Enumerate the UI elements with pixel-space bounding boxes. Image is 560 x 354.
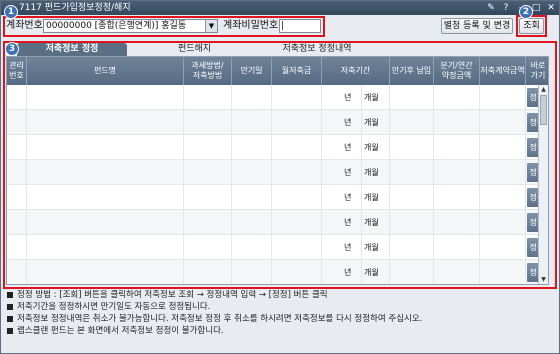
register-change-button[interactable]: 별청 등록 및 변경: [441, 18, 513, 34]
col-monthly-amount: 월저축금: [272, 57, 322, 85]
col-maturity: 만기일: [232, 57, 272, 85]
chevron-down-icon[interactable]: ▼: [205, 20, 217, 32]
col-shortcut: 바로 가기: [530, 61, 546, 80]
bullet-square-icon: [7, 327, 13, 334]
search-button[interactable]: 조회: [519, 18, 544, 34]
pin-icon[interactable]: ✎: [486, 2, 496, 14]
period-month[interactable]: 개월: [362, 110, 390, 135]
period-month[interactable]: 개월: [362, 260, 390, 284]
period-month[interactable]: 개월: [362, 185, 390, 210]
table-row: 년 개월 정정: [7, 135, 547, 160]
bullet-square-icon: [7, 291, 13, 298]
password-label: 계좌비밀번호: [223, 20, 279, 31]
period-year[interactable]: 년: [322, 210, 362, 235]
window-title: 7117 펀드가입정보정정/해지: [19, 3, 131, 13]
scroll-up-icon[interactable]: ▲: [539, 85, 548, 94]
period-year[interactable]: 년: [322, 135, 362, 160]
table-row: 년 개월 정정: [7, 210, 547, 235]
marker-2: 2: [519, 5, 533, 19]
marker-3: 3: [5, 42, 19, 56]
bullet-square-icon: [7, 315, 13, 322]
period-month[interactable]: 개월: [362, 210, 390, 235]
period-year[interactable]: 년: [322, 110, 362, 135]
vertical-scrollbar[interactable]: ▲ ▼: [538, 85, 548, 284]
note-item: 정정 방법 : [조회] 버튼을 클릭하여 저축정보 조회 → 정정내역 입력 …: [7, 289, 553, 301]
note-item: 저축기간을 정정하시면 만기일도 자동으로 정정됩니다.: [7, 301, 553, 313]
period-month[interactable]: 개월: [362, 85, 390, 110]
table-row: 년 개월 정정: [7, 110, 547, 135]
app-window: 7117 펀드가입정보정정/해지 ✎ ? – □ ✕ 1 2 3 계좌번호 00…: [0, 0, 560, 354]
scroll-down-icon[interactable]: ▼: [539, 275, 548, 284]
period-year[interactable]: 년: [322, 185, 362, 210]
tab-savings-info-edit[interactable]: 저축정보 정정: [17, 43, 127, 56]
period-month[interactable]: 개월: [362, 235, 390, 260]
tab-savings-edit-history[interactable]: 저축정보 정정내역: [267, 43, 367, 56]
table-row: 년 개월 정정: [7, 235, 547, 260]
table-row: 년 개월 정정: [7, 260, 547, 284]
table-row: 년 개월 정정: [7, 85, 547, 110]
grid-body: 년 개월 정정 년 개월 정정 년 개월 정정 년 개월 정정 년 개월 정정 …: [7, 85, 547, 284]
scroll-thumb[interactable]: [540, 95, 547, 125]
account-value: 00000000 [종합(은행연계)] 홍길동: [46, 21, 187, 31]
period-month[interactable]: 개월: [362, 135, 390, 160]
table-row: 년 개월 정정: [7, 160, 547, 185]
notes-section: 정정 방법 : [조회] 버튼을 클릭하여 저축정보 조회 → 정정내역 입력 …: [7, 289, 553, 337]
col-tax-method: 과세방법/ 저축방법: [184, 57, 232, 85]
password-input[interactable]: |: [279, 19, 321, 33]
tab-fund-cancel[interactable]: 펀드해지: [157, 43, 232, 56]
period-month[interactable]: 개월: [362, 160, 390, 185]
grid-header: 관리 번호 펀드명 과세방법/ 저축방법 만기일 월저축금 저축기간 만기후 납…: [7, 57, 548, 85]
account-select[interactable]: 00000000 [종합(은행연계)] 홍길동 ▼: [43, 19, 218, 33]
period-year[interactable]: 년: [322, 85, 362, 110]
period-year[interactable]: 년: [322, 160, 362, 185]
period-year[interactable]: 년: [322, 260, 362, 284]
note-item: 저축정보 정정내역은 취소가 불가능합니다. 저축정보 정정 후 취소를 하시려…: [7, 313, 553, 325]
account-label: 계좌번호: [6, 20, 43, 31]
col-mgmt-no: 관리 번호: [7, 57, 27, 85]
col-contract-amount: 분기/연간 약정금액: [434, 57, 480, 85]
close-icon[interactable]: ✕: [546, 2, 556, 14]
col-period: 저축기간: [322, 57, 390, 85]
col-savings-contract: 저축계약금액: [480, 57, 526, 85]
bullet-square-icon: [7, 303, 13, 310]
col-after-maturity: 만기후 납입: [390, 57, 434, 85]
period-year[interactable]: 년: [322, 235, 362, 260]
col-fund-name: 펀드명: [27, 57, 184, 85]
help-icon[interactable]: ?: [501, 2, 511, 14]
savings-grid: 관리 번호 펀드명 과세방법/ 저축방법 만기일 월저축금 저축기간 만기후 납…: [6, 56, 549, 285]
note-item: 랩스클랜 펀드는 본 화면에서 저축정보 정정이 불가합니다.: [7, 325, 553, 337]
table-row: 년 개월 정정: [7, 185, 547, 210]
marker-1: 1: [4, 5, 18, 19]
title-bar: 7117 펀드가입정보정정/해지 ✎ ? – □ ✕: [1, 1, 559, 15]
